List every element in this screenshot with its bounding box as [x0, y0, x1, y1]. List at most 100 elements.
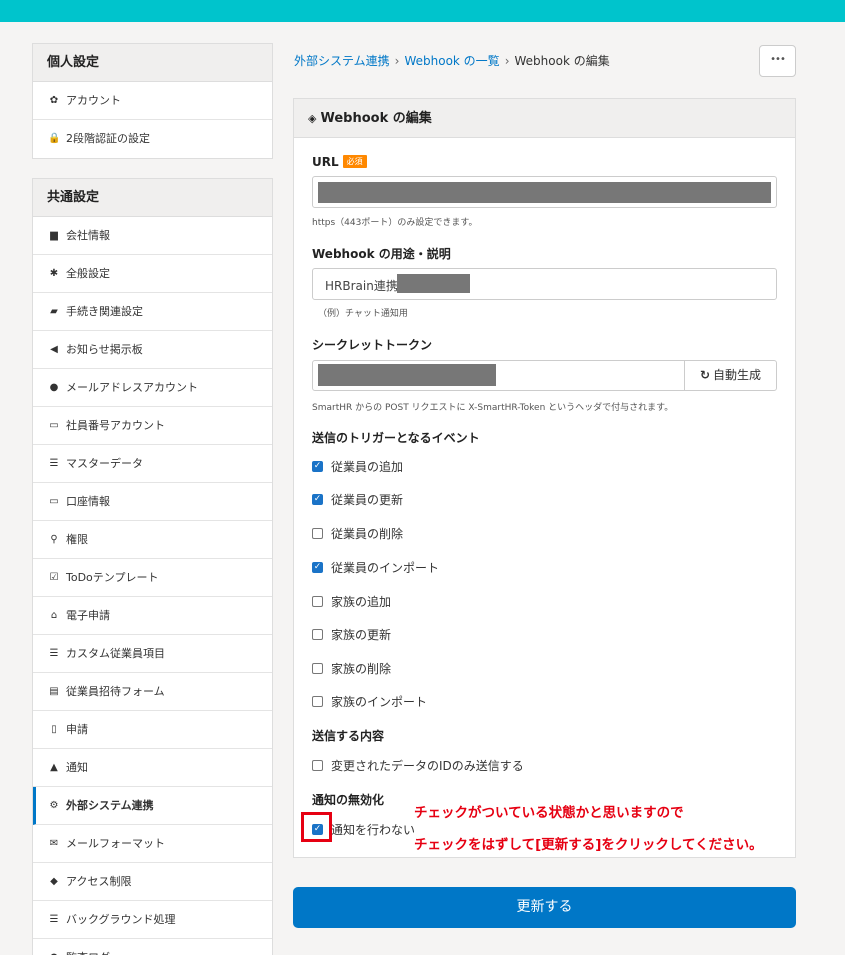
sidebar-item-permissions[interactable]: ⚲ 権限	[33, 521, 272, 559]
id-card-icon: ▭	[49, 419, 59, 431]
checkbox-label: 家族の削除	[331, 662, 392, 676]
sidebar-item-label: バックグラウンド処理	[66, 912, 176, 926]
bell-icon: ▲	[50, 761, 58, 773]
breadcrumb-separator: ›	[504, 54, 510, 68]
checkbox[interactable]: ✓	[312, 494, 323, 505]
sidebar-item-notifications[interactable]: ▲ 通知	[33, 749, 272, 787]
sidebar-item-procedures[interactable]: ▰ 手続き関連設定	[33, 293, 272, 331]
sidebar-item-label: 会社情報	[66, 228, 110, 242]
sidebar-item-label: 口座情報	[66, 494, 110, 508]
purpose-label: Webhook の用途・説明	[312, 247, 451, 261]
sidebar-item-requests[interactable]: ▯ 申請	[33, 711, 272, 749]
trigger-employee-updated[interactable]: ✓ 従業員の更新	[312, 491, 403, 508]
sidebar-item-custom-fields[interactable]: ☰ カスタム従業員項目	[33, 635, 272, 673]
trigger-family-imported[interactable]: 家族のインポート	[312, 693, 427, 710]
more-options-button[interactable]: •••	[759, 45, 796, 77]
checkbox[interactable]	[312, 663, 323, 674]
checkbox[interactable]	[312, 696, 323, 707]
sidebar-item-bank-accounts[interactable]: ▭ 口座情報	[33, 483, 272, 521]
megaphone-icon: ◀	[50, 343, 58, 355]
trigger-family-added[interactable]: 家族の追加	[312, 593, 391, 610]
stamp-icon: ▯	[51, 723, 57, 735]
sidebar-item-external-integration[interactable]: ⚙ 外部システム連携	[33, 787, 272, 825]
content-ids-only[interactable]: 変更されたデータのIDのみ送信する	[312, 757, 524, 774]
sidebar-item-two-factor[interactable]: 🔒 2段階認証の設定	[33, 120, 272, 158]
update-button[interactable]: 更新する	[293, 887, 796, 928]
sidebar-item-master-data[interactable]: ☰ マスターデータ	[33, 445, 272, 483]
sidebar-item-label: 申請	[66, 722, 88, 736]
sidebar-item-label: 社員番号アカウント	[66, 418, 165, 432]
trigger-employee-deleted[interactable]: 従業員の削除	[312, 525, 403, 542]
sidebar-item-label: 手続き関連設定	[66, 304, 143, 318]
sidebar-item-invite-form[interactable]: ▤ 従業員招待フォーム	[33, 673, 272, 711]
breadcrumb: 外部システム連携 › Webhook の一覧 › Webhook の編集	[294, 52, 610, 69]
breadcrumb-link-webhook-list[interactable]: Webhook の一覧	[404, 54, 499, 68]
checkbox[interactable]: ✓	[312, 562, 323, 573]
webhook-edit-panel: ◈ Webhook の編集	[293, 98, 796, 858]
content-label: 送信する内容	[312, 729, 385, 743]
secret-hint: SmartHR からの POST リクエストに X-SmartHR-Token …	[312, 403, 674, 413]
sidebar-item-label: 通知	[66, 760, 88, 774]
sidebar-item-audit-log[interactable]: ● 監査ログ	[33, 939, 272, 955]
sidebar-item-label: お知らせ掲示板	[66, 342, 143, 356]
sidebar-item-mail-format[interactable]: ✉ メールフォーマット	[33, 825, 272, 863]
checkbox-label: 従業員の更新	[331, 493, 404, 507]
url-input[interactable]	[312, 176, 777, 208]
checkbox[interactable]	[312, 760, 323, 771]
purpose-value: HRBrain連携	[325, 279, 398, 293]
secret-input[interactable]	[312, 360, 685, 391]
checkbox[interactable]	[312, 528, 323, 539]
redacted-url	[318, 182, 771, 203]
sidebar-item-todo-templates[interactable]: ☑ ToDoテンプレート	[33, 559, 272, 597]
sidebar-item-access-control[interactable]: ◆ アクセス制限	[33, 863, 272, 901]
sidebar-common-title: 共通設定	[33, 179, 272, 217]
sidebar-item-label: 権限	[66, 532, 88, 546]
sidebar-item-employee-number-accounts[interactable]: ▭ 社員番号アカウント	[33, 407, 272, 445]
auto-generate-label: 自動生成	[713, 368, 762, 382]
auto-generate-button[interactable]: ↻ 自動生成	[684, 360, 777, 391]
sidebar-personal-title: 個人設定	[33, 44, 272, 82]
user-key-icon: ⚲	[50, 533, 58, 545]
checkbox-label: 通知を行わない	[331, 823, 416, 837]
checkbox-label: 家族のインポート	[331, 695, 428, 709]
checkbox-icon: ☑	[49, 571, 59, 583]
eye-icon: ●	[48, 939, 60, 955]
sidebar-item-e-application[interactable]: ⌂ 電子申請	[33, 597, 272, 635]
sidebar-item-label: 外部システム連携	[66, 798, 154, 812]
annotation-line2: チェックをはずして[更新する]をクリックしてください。	[414, 837, 763, 853]
trigger-family-updated[interactable]: 家族の更新	[312, 626, 391, 643]
checkbox-label: 家族の更新	[331, 628, 392, 642]
sidebar-item-label: アクセス制限	[66, 874, 132, 888]
sidebar-item-account[interactable]: ✿ アカウント	[33, 82, 272, 120]
trigger-employee-imported[interactable]: ✓ 従業員のインポート	[312, 559, 439, 576]
checkbox[interactable]	[312, 629, 323, 640]
redacted-secret	[318, 364, 496, 386]
checkbox[interactable]	[312, 596, 323, 607]
top-bar	[0, 0, 845, 22]
checkbox[interactable]: ✓	[312, 461, 323, 472]
trigger-family-deleted[interactable]: 家族の削除	[312, 660, 391, 677]
trigger-label: 送信のトリガーとなるイベント	[312, 431, 480, 445]
checkbox-label: 従業員のインポート	[331, 561, 440, 575]
shield-icon: ◆	[50, 875, 58, 887]
sidebar-item-general[interactable]: ✱ 全般設定	[33, 255, 272, 293]
list-icon: ☰	[49, 647, 59, 659]
card-icon: ▭	[49, 495, 59, 507]
sidebar-item-bulletin[interactable]: ◀ お知らせ掲示板	[33, 331, 272, 369]
sidebar-item-label: メールアドレスアカウント	[66, 380, 198, 394]
required-badge: 必須	[342, 155, 367, 168]
lock-icon: 🔒	[48, 133, 61, 144]
breadcrumb-link-external[interactable]: 外部システム連携	[294, 54, 390, 68]
url-label-text: URL	[312, 155, 339, 169]
purpose-input[interactable]: HRBrain連携	[312, 268, 777, 300]
cube-icon: ◈	[308, 112, 317, 125]
sidebar-item-company-info[interactable]: ▆ 会社情報	[33, 217, 272, 255]
trigger-employee-added[interactable]: ✓ 従業員の追加	[312, 458, 403, 475]
sidebar-item-background-jobs[interactable]: ☰ バックグラウンド処理	[33, 901, 272, 939]
sidebar-item-email-accounts[interactable]: ● メールアドレスアカウント	[33, 369, 272, 407]
redacted-purpose	[397, 274, 470, 293]
disable-label: 通知の無効化	[312, 793, 385, 807]
sidebar-item-label: 電子申請	[66, 608, 110, 622]
checkbox-label: 変更されたデータのIDのみ送信する	[331, 759, 524, 773]
breadcrumb-separator: ›	[394, 54, 400, 68]
